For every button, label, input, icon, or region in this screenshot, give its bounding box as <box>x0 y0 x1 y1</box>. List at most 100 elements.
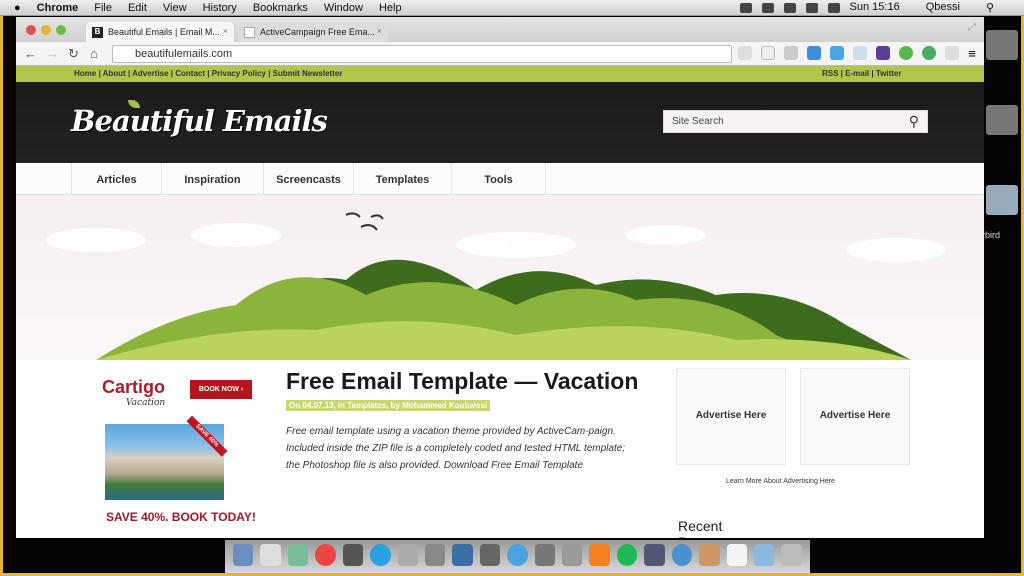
folder-icon[interactable] <box>754 544 775 566</box>
reload-icon[interactable]: ↻ <box>68 46 82 62</box>
key-icon[interactable] <box>738 46 753 60</box>
back-icon[interactable]: ← <box>24 46 38 61</box>
desktop-icon-label: rbird <box>982 230 1001 240</box>
favicon-icon: B <box>92 27 103 38</box>
app-icon[interactable] <box>287 544 309 566</box>
extension-icon[interactable] <box>876 46 891 60</box>
timer-icon[interactable] <box>922 46 937 60</box>
post-excerpt: Free email template using a vacation the… <box>286 426 626 471</box>
menu-edit[interactable]: Edit <box>128 2 147 14</box>
nav-inspiration[interactable]: Inspiration <box>161 163 263 195</box>
hills-illustration <box>46 212 946 360</box>
safari-icon[interactable] <box>507 544 528 566</box>
top-links-left[interactable]: Home | About | Advertise | Contact | Pri… <box>74 69 342 78</box>
extension-icon[interactable] <box>807 46 822 60</box>
tab-label: ActiveCampaign Free Ema... <box>260 27 376 37</box>
app-icon[interactable] <box>397 544 418 566</box>
apple-icon[interactable]: ● <box>14 2 21 14</box>
browser-window: B Beautiful Emails | Email M... × ActiveCa… <box>16 17 984 538</box>
trash-icon[interactable] <box>781 544 802 566</box>
extension-icon[interactable] <box>945 46 960 60</box>
menu-file[interactable]: File <box>94 2 112 14</box>
tab-beautiful-emails[interactable]: B Beautiful Emails | Email M... × <box>86 22 234 42</box>
menu-icon[interactable]: ≡ <box>968 46 976 61</box>
content-area: Cartigo Vacation BOOK NOW › SAVE 40% SAV… <box>16 360 984 538</box>
search-icon[interactable]: ⚲ <box>909 113 919 130</box>
zoom-button[interactable] <box>56 25 66 35</box>
extension-icon[interactable] <box>899 46 914 60</box>
extension-icon[interactable] <box>853 46 868 60</box>
app-icon[interactable] <box>562 544 583 566</box>
learn-more-link[interactable]: Learn More About Advertising Here <box>726 478 835 485</box>
site-header: Beautiful Emails Site Search ⚲ <box>16 82 984 163</box>
app-icon[interactable] <box>424 544 446 566</box>
site-search-input[interactable]: Site Search ⚲ <box>663 110 928 133</box>
book-now-button[interactable]: BOOK NOW › <box>190 380 252 399</box>
post-title[interactable]: Free Email Template — Vacation <box>286 368 646 395</box>
close-window-button[interactable] <box>26 25 36 35</box>
skype-icon[interactable] <box>370 544 391 566</box>
finder-icon[interactable] <box>233 544 254 566</box>
menu-chrome[interactable]: Chrome <box>37 2 79 14</box>
fullscreen-icon[interactable]: ⤢ <box>968 22 976 33</box>
nav-screencasts[interactable]: Screencasts <box>263 163 353 195</box>
site-logo[interactable]: Beautiful Emails <box>71 104 328 138</box>
menu-help[interactable]: Help <box>379 2 402 14</box>
menu-bar: ● Chrome File Edit View History Bookmark… <box>0 0 1024 16</box>
app-icon[interactable] <box>479 544 501 566</box>
volume-icon[interactable] <box>805 3 818 13</box>
app-icon[interactable] <box>342 544 364 566</box>
app-icon[interactable] <box>534 544 556 566</box>
battery-icon[interactable] <box>827 3 840 13</box>
chrome-icon[interactable] <box>315 544 336 566</box>
calendar-icon[interactable] <box>260 544 281 566</box>
app-icon[interactable] <box>644 544 665 566</box>
spotlight-icon[interactable]: ⚲ <box>986 1 994 14</box>
hero-illustration <box>16 195 984 360</box>
nav-templates[interactable]: Templates <box>353 163 451 195</box>
advertise-slot[interactable]: Advertise Here <box>676 368 786 465</box>
cartigo-ad[interactable]: Cartigo Vacation BOOK NOW › SAVE 40% SAV… <box>88 370 268 530</box>
wifi-icon[interactable] <box>783 3 796 13</box>
app-icon[interactable] <box>452 544 473 566</box>
page-icon <box>244 27 255 38</box>
extension-icon[interactable] <box>784 46 799 60</box>
nav-tools[interactable]: Tools <box>451 163 546 195</box>
advertise-slot[interactable]: Advertise Here <box>800 368 910 465</box>
tray-icon[interactable] <box>761 3 774 13</box>
top-links-right[interactable]: RSS | E-mail | Twitter <box>822 69 901 78</box>
desktop-icon[interactable] <box>986 30 1018 60</box>
app-icon[interactable] <box>699 544 720 566</box>
post: Free Email Template — Vacation On 04.07.… <box>286 368 646 474</box>
tray-icon[interactable] <box>739 3 752 13</box>
close-tab-icon[interactable]: × <box>377 26 382 36</box>
clock[interactable]: Sun 15:16 <box>850 1 900 14</box>
close-tab-icon[interactable]: × <box>223 26 228 36</box>
search-placeholder: Site Search <box>672 116 724 127</box>
spotify-icon[interactable] <box>616 544 638 566</box>
home-icon[interactable]: ⌂ <box>90 46 104 61</box>
save-ribbon: SAVE 40% <box>186 415 228 457</box>
desktop-icon[interactable] <box>986 105 1018 135</box>
star-icon[interactable] <box>761 46 776 60</box>
extension-icon[interactable] <box>830 46 845 60</box>
nav-articles[interactable]: Articles <box>71 163 161 195</box>
dock <box>225 540 810 573</box>
vlc-icon[interactable] <box>589 544 610 566</box>
address-bar[interactable]: beautifulemails.com <box>112 45 732 63</box>
desktop-icon[interactable] <box>986 185 1018 215</box>
minimize-button[interactable] <box>41 25 51 35</box>
ad-subbrand: Vacation <box>126 398 166 408</box>
document-icon[interactable] <box>726 544 748 566</box>
menu-history[interactable]: History <box>203 2 237 14</box>
tab-strip: B Beautiful Emails | Email M... × ActiveCa… <box>16 17 984 42</box>
url-text: beautifulemails.com <box>135 48 233 60</box>
ad-tagline: SAVE 40%. BOOK TODAY! <box>106 510 256 524</box>
menu-view[interactable]: View <box>163 2 187 14</box>
forward-icon[interactable]: → <box>46 46 60 61</box>
menu-window[interactable]: Window <box>324 2 363 14</box>
thunderbird-icon[interactable] <box>671 544 693 566</box>
menu-bookmarks[interactable]: Bookmarks <box>253 2 308 14</box>
user-name[interactable]: Qbessi <box>926 1 960 14</box>
tab-activecampaign[interactable]: ActiveCampaign Free Ema... × <box>238 22 388 42</box>
